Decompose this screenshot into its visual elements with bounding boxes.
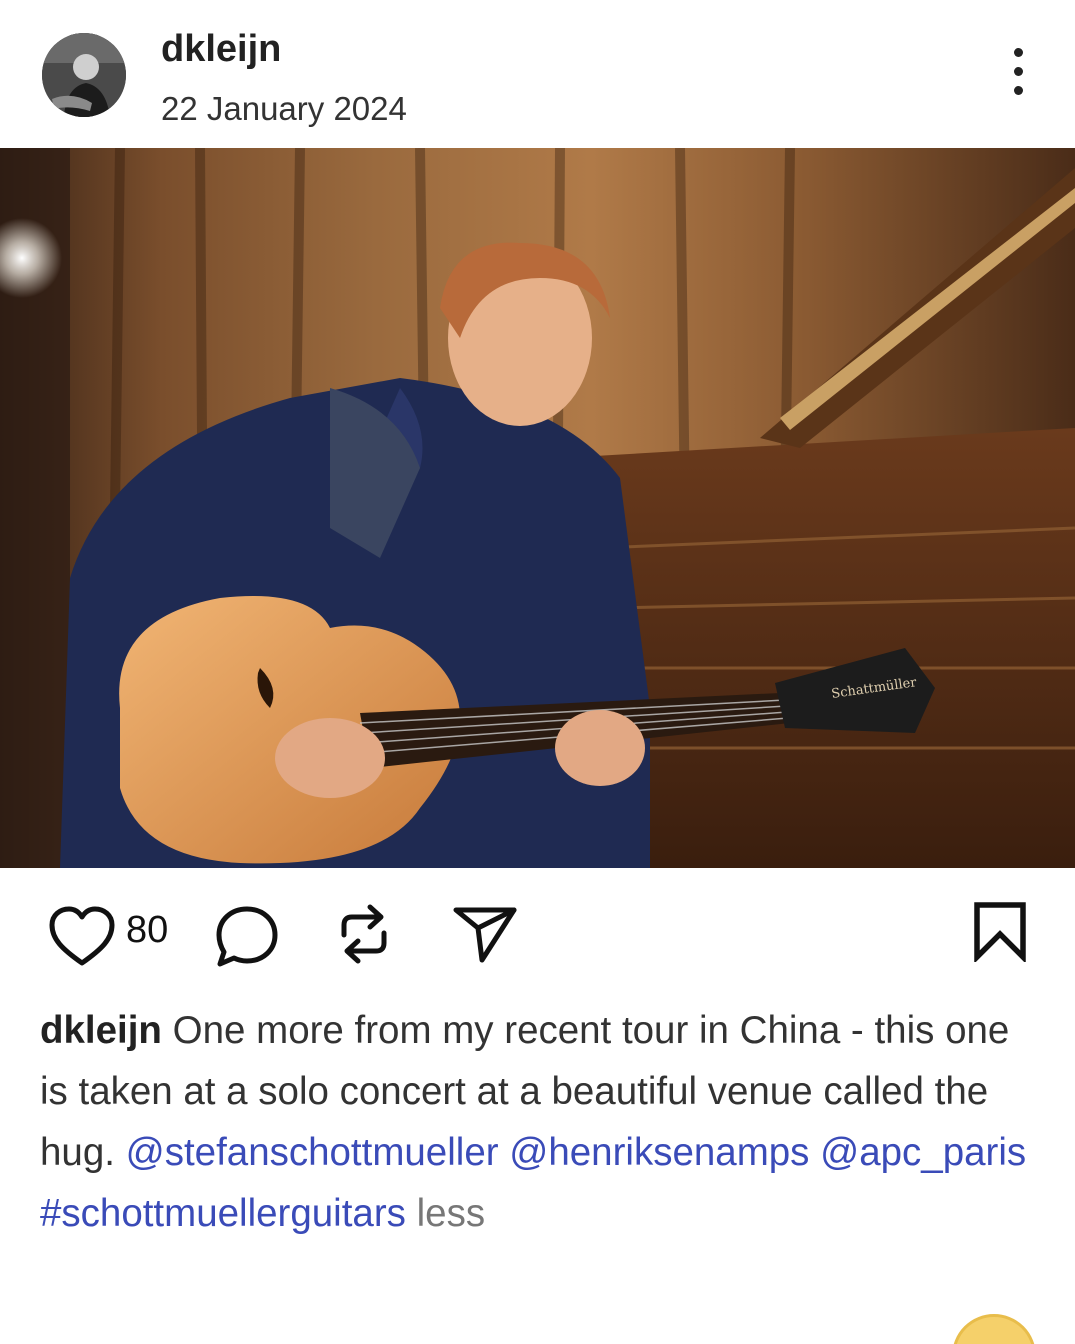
caption-mention-henriksenamps[interactable]: @henriksenamps xyxy=(509,1131,809,1174)
post-date: 22 January 2024 xyxy=(161,90,407,127)
caption-hashtag[interactable]: #schottmuellerguitars xyxy=(40,1192,406,1235)
post-username[interactable]: dkleijn xyxy=(161,28,281,71)
like-count[interactable]: 80 xyxy=(126,909,168,952)
repost-icon[interactable] xyxy=(334,901,394,967)
post-caption: dkleijn One more from my recent tour in … xyxy=(40,1000,1040,1244)
caption-mention-stefanschottmueller[interactable]: @stefanschottmueller xyxy=(126,1131,499,1174)
post-header: dkleijn 22 January 2024 xyxy=(0,0,1075,148)
post-photo[interactable]: Schattmüller xyxy=(0,148,1075,868)
floating-assistant-bubble[interactable] xyxy=(952,1314,1036,1344)
more-vertical-icon[interactable] xyxy=(998,48,1038,104)
comment-bubble-icon[interactable] xyxy=(214,904,280,970)
caption-mention-apc-paris[interactable]: @apc_paris xyxy=(820,1131,1026,1174)
heart-icon[interactable] xyxy=(48,905,116,967)
avatar[interactable] xyxy=(42,33,126,117)
bookmark-icon[interactable] xyxy=(972,900,1028,962)
less-button[interactable]: less xyxy=(417,1192,485,1235)
send-icon[interactable] xyxy=(452,906,518,964)
caption-username[interactable]: dkleijn xyxy=(40,1009,162,1052)
